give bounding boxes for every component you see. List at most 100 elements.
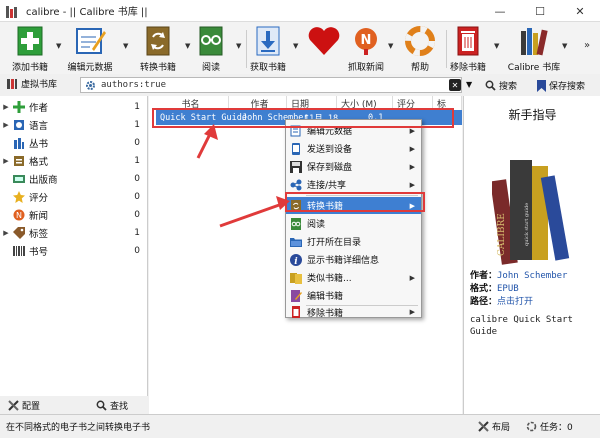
maximize-button[interactable]: ☐ <box>520 0 560 22</box>
clear-search-button[interactable]: ✕ <box>449 79 461 91</box>
search-bar: 虚拟书库 authors:true ✕ ▼ 搜索 保存搜索 <box>0 75 600 95</box>
send-device-icon <box>290 142 302 155</box>
rating-icon <box>12 190 26 204</box>
menu-item-open-folder[interactable]: 打开所在目录 <box>286 233 421 250</box>
tag-item-count: 0 <box>134 173 140 184</box>
edit-metadata-icon <box>73 24 107 58</box>
menu-item-label: 发送到设备 <box>307 145 353 155</box>
expand-arrow-icon[interactable]: ▶ <box>0 121 12 129</box>
library-button[interactable]: Calibre 书库 <box>506 24 562 73</box>
virtual-library-button[interactable]: 虚拟书库 <box>6 77 57 90</box>
get-books-label: 获取书籍 <box>249 63 286 73</box>
format-key: 格式： <box>470 284 498 294</box>
toolbar-overflow-button[interactable]: » <box>584 40 590 51</box>
jobs-label: 任务：0 <box>540 423 573 433</box>
jobs-indicator[interactable]: 任务：0 <box>526 420 573 433</box>
path-value[interactable]: 点击打开 <box>497 297 533 307</box>
virtual-library-icon <box>7 78 17 89</box>
convert-books-label: 转换书籍 <box>139 63 176 73</box>
tag-item-count: 1 <box>134 119 140 130</box>
calibre-app-icon <box>6 4 20 18</box>
get-books-button[interactable]: 获取书籍 <box>240 24 296 73</box>
tag-item-label: 书号 <box>29 246 49 258</box>
tag-item-label: 出版商 <box>29 174 58 186</box>
expand-arrow-icon[interactable]: ▶ <box>0 157 12 165</box>
add-books-dropdown[interactable]: ▼ <box>56 42 61 50</box>
menu-item-label: 显示书籍详细信息 <box>307 256 380 266</box>
tag-item-tags[interactable]: ▶ 标签 1 <box>0 224 148 241</box>
tag-item-publishers[interactable]: 出版商 0 <box>0 170 148 187</box>
expand-arrow-icon[interactable]: ▶ <box>0 229 12 237</box>
search-history-dropdown[interactable]: ▼ <box>466 80 472 89</box>
save-disk-icon <box>290 160 302 173</box>
tag-item-identifiers[interactable]: 书号 0 <box>0 242 148 259</box>
library-label: Calibre 书库 <box>507 63 561 73</box>
author-icon <box>12 100 26 114</box>
path-key: 路径： <box>470 297 498 307</box>
help-label: 帮助 <box>410 63 429 73</box>
menu-item-connect-share[interactable]: 连接/共享 ▶ <box>286 176 421 193</box>
book-details-icon: i <box>290 253 302 266</box>
layout-button[interactable]: 布局 <box>478 420 510 433</box>
fetch-news-icon: N <box>349 24 383 58</box>
library-dropdown[interactable]: ▼ <box>562 42 567 50</box>
tag-item-authors[interactable]: ▶ 作者 1 <box>0 98 148 115</box>
minimize-button[interactable]: — <box>480 0 520 22</box>
format-value[interactable]: EPUB <box>497 284 519 294</box>
tag-item-series[interactable]: 丛书 0 <box>0 134 148 151</box>
search-label: 搜索 <box>499 82 518 92</box>
gear-icon <box>86 80 95 90</box>
menu-item-similar-books[interactable]: 类似书籍... ▶ <box>286 269 421 286</box>
menu-item-edit-book[interactable]: 编辑书籍 <box>286 287 421 304</box>
svg-text:i: i <box>294 257 298 266</box>
convert-books-button[interactable]: 转换书籍 <box>130 24 186 73</box>
find-button[interactable]: 查找 <box>96 399 128 412</box>
remove-books-dropdown[interactable]: ▼ <box>494 42 499 50</box>
remove-books-button[interactable]: 移除书籍 <box>440 24 496 73</box>
menu-item-save-to-disk[interactable]: 保存到磁盘 ▶ <box>286 158 421 175</box>
tag-item-label: 格式 <box>29 156 49 168</box>
tag-item-formats[interactable]: ▶ 格式 1 <box>0 152 148 169</box>
view-button[interactable]: 阅读 <box>183 24 239 73</box>
menu-item-book-details[interactable]: i 显示书籍详细信息 <box>286 251 421 268</box>
news-icon: N <box>12 208 26 222</box>
search-button[interactable]: 搜索 <box>485 79 517 92</box>
convert-books-icon <box>141 24 175 58</box>
book-description: calibre Quick Start Guide <box>470 315 573 337</box>
menu-item-send-to-device[interactable]: 发送到设备 ▶ <box>286 140 421 157</box>
tag-item-rating[interactable]: 评分 0 <box>0 188 148 205</box>
tag-item-label: 作者 <box>29 102 49 114</box>
tag-item-news[interactable]: N 新闻 0 <box>0 206 148 223</box>
tag-item-count: 0 <box>134 209 140 220</box>
remove-books-icon <box>451 24 485 58</box>
title-bar: calibre - || Calibre 书库 || — ☐ ✕ <box>0 0 600 22</box>
close-button[interactable]: ✕ <box>560 0 600 22</box>
add-books-button[interactable]: 添加书籍 <box>2 24 58 73</box>
language-icon <box>12 118 26 132</box>
configure-button[interactable]: 配置 <box>8 399 40 412</box>
publisher-icon <box>12 172 26 186</box>
tag-item-languages[interactable]: ▶ 语言 1 <box>0 116 148 133</box>
tag-item-label: 评分 <box>29 192 49 204</box>
expand-arrow-icon[interactable]: ▶ <box>0 103 12 111</box>
configure-label: 配置 <box>22 401 41 412</box>
tag-item-label: 语言 <box>29 120 49 132</box>
add-books-label: 添加书籍 <box>11 63 48 73</box>
submenu-arrow-icon: ▶ <box>409 273 415 282</box>
edit-metadata-button[interactable]: 编辑元数据 <box>62 24 118 73</box>
layout-icon <box>478 421 489 432</box>
menu-item-view[interactable]: 阅读 <box>286 215 421 232</box>
main-toolbar: 添加书籍 ▼ 编辑元数据 ▼ 转换书籍 ▼ 阅读 ▼ 获取书籍 ▼ N 抓取新闻… <box>0 22 600 74</box>
search-icon <box>96 400 107 411</box>
book-details-panel: 新手指导 CALIBRE quick start guide 作者：John S… <box>463 96 600 414</box>
author-value[interactable]: John Schember <box>497 271 567 281</box>
fetch-news-button[interactable]: N 抓取新闻 <box>338 24 394 73</box>
edit-metadata-dropdown[interactable]: ▼ <box>123 42 128 50</box>
status-message: 在不同格式的电子书之间转换电子书 <box>6 423 151 433</box>
tag-item-count: 0 <box>134 191 140 202</box>
search-input[interactable]: authors:true <box>80 77 462 93</box>
saved-search-button[interactable]: 保存搜索 <box>537 79 585 92</box>
tag-item-label: 新闻 <box>29 210 49 222</box>
svg-text:N: N <box>16 211 22 220</box>
menu-item-remove-books[interactable]: 移除书籍 ▶ <box>286 306 421 319</box>
